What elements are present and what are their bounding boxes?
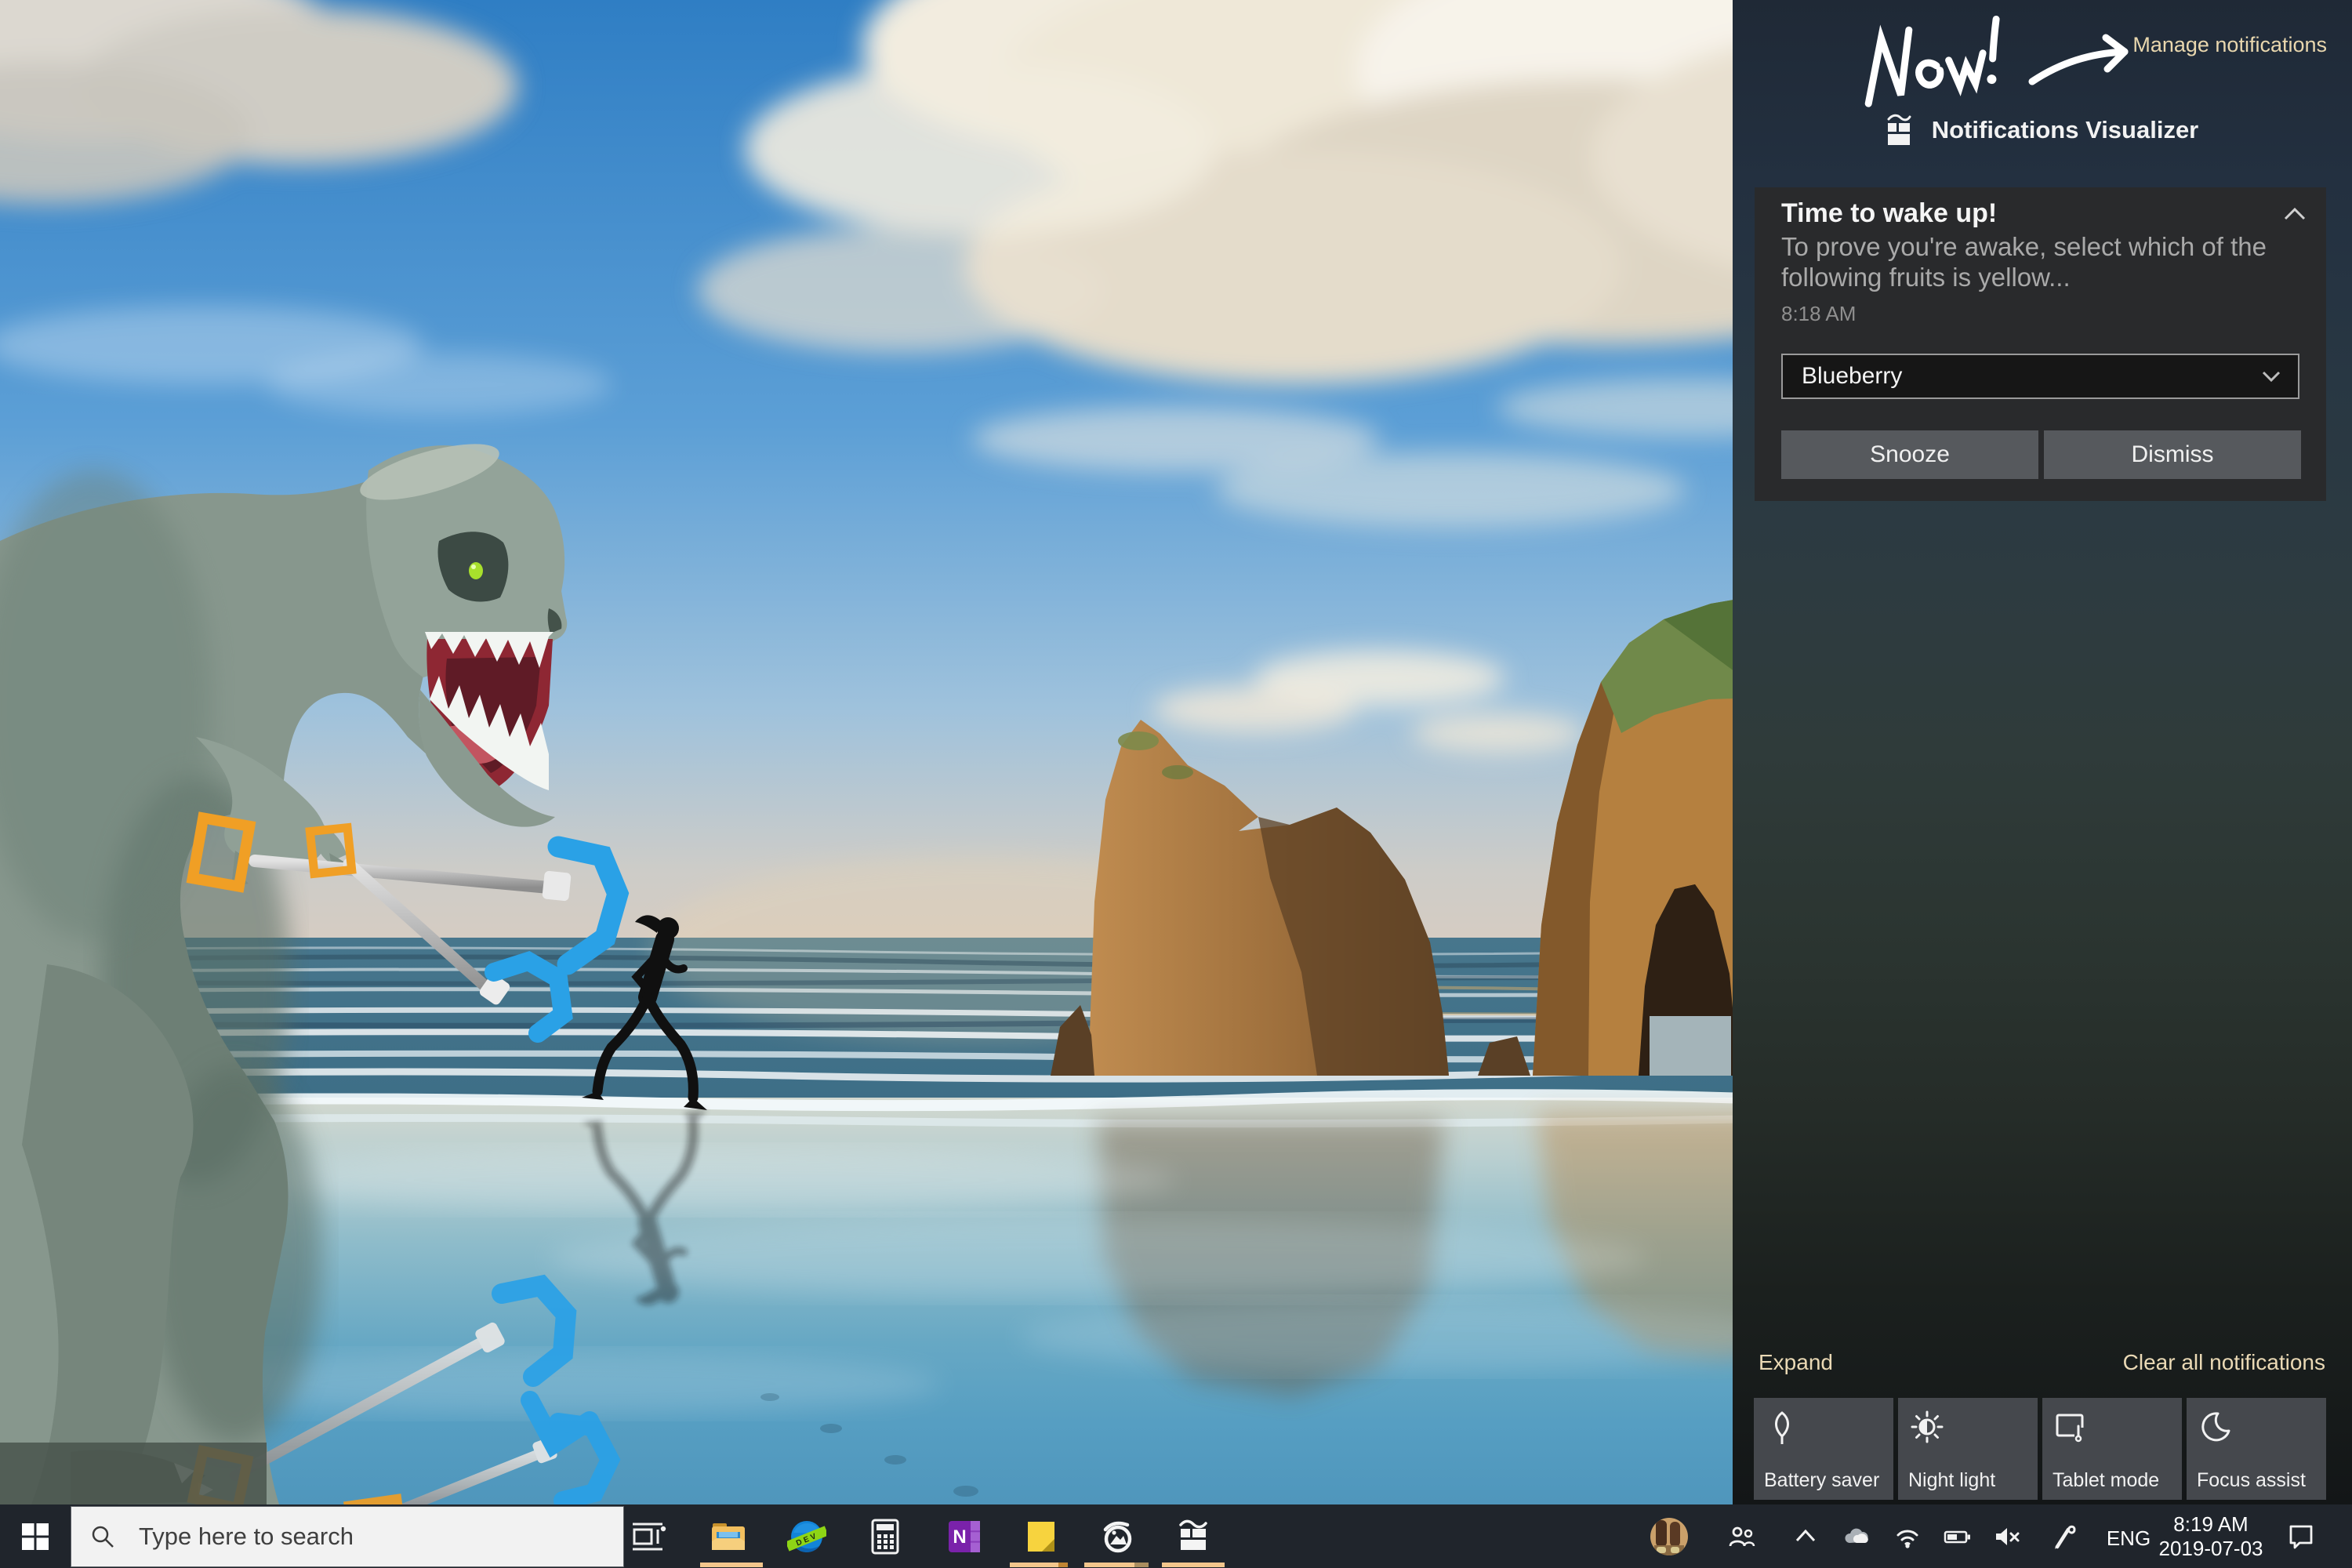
tile-label: Battery saver: [1764, 1469, 1880, 1491]
search-icon: [92, 1526, 114, 1548]
running-indicator: [1134, 1563, 1149, 1567]
running-indicator: [1162, 1563, 1225, 1567]
file-explorer-button[interactable]: [694, 1504, 763, 1568]
language-indicator[interactable]: ENG: [2106, 1526, 2151, 1551]
notification-timestamp: 8:18 AM: [1781, 302, 1857, 325]
task-view-icon: [633, 1523, 666, 1550]
notifications-visualizer-app-icon: [1179, 1519, 1207, 1550]
search-input[interactable]: [137, 1522, 579, 1552]
photos-icon: [1103, 1521, 1132, 1552]
windows-ink-icon[interactable]: [2049, 1523, 2078, 1551]
running-indicator: [700, 1563, 763, 1567]
quick-actions-row: Battery saver Night light Tablet mode Fo…: [1754, 1398, 2326, 1500]
avatar[interactable]: [1650, 1517, 1689, 1556]
running-indicator: [1058, 1563, 1068, 1567]
task-view-button[interactable]: [615, 1504, 684, 1568]
taskbar-search[interactable]: [71, 1506, 624, 1567]
edge-dev-icon: DEV: [787, 1520, 826, 1552]
group-header-label: Notifications Visualizer: [1931, 116, 2199, 143]
tile-label: Focus assist: [2197, 1469, 2306, 1491]
moon-icon: [2201, 1412, 2230, 1442]
expand-link[interactable]: Expand: [1759, 1350, 1833, 1375]
svg-text:N: N: [953, 1526, 966, 1548]
onenote-icon: N: [949, 1520, 980, 1552]
running-indicator: [1084, 1563, 1134, 1567]
notification-card[interactable]: Time to wake up! To prove you're awake, …: [1755, 187, 2326, 501]
clock-time: 8:19 AM: [2173, 1512, 2249, 1536]
chevron-down-icon: [2262, 371, 2281, 382]
quick-action-focus-assist[interactable]: Focus assist: [2187, 1398, 2326, 1500]
clock[interactable]: 8:19 AM 2019-07-03: [2156, 1512, 2266, 1561]
manage-notifications-link[interactable]: Manage notifications: [2132, 33, 2327, 57]
snooze-button[interactable]: Snooze: [1781, 430, 2038, 479]
collapse-chevron-icon[interactable]: [2284, 208, 2306, 220]
dropdown-selected-value: Blueberry: [1802, 363, 1903, 389]
tile-label: Night light: [1908, 1469, 1996, 1491]
edge-dev-button[interactable]: DEV: [772, 1504, 841, 1568]
notification-title: Time to wake up!: [1781, 198, 1998, 228]
notification-body: To prove you're awake, select which of t…: [1781, 232, 2267, 292]
tablet-touch-icon: [2056, 1414, 2084, 1443]
chevron-up-icon[interactable]: [1791, 1523, 1820, 1551]
start-button[interactable]: [0, 1504, 71, 1568]
fruit-dropdown[interactable]: Blueberry: [1781, 354, 2299, 399]
file-explorer-icon: [712, 1523, 745, 1550]
dismiss-button[interactable]: Dismiss: [2044, 430, 2301, 479]
battery-icon[interactable]: [1944, 1523, 1972, 1551]
calculator-icon: [871, 1519, 899, 1554]
action-center-panel: Manage notifications Notifications Visua…: [1733, 0, 2352, 1504]
windows-logo-icon: [22, 1523, 49, 1550]
running-indicator: [1010, 1563, 1058, 1567]
notification-actions: Snooze Dismiss: [1781, 430, 2301, 479]
quick-action-tablet-mode[interactable]: Tablet mode: [2042, 1398, 2182, 1500]
notifications-visualizer-icon: [1887, 114, 1911, 145]
handwritten-new-annotation: [1864, 15, 2129, 107]
quick-action-night-light[interactable]: Night light: [1898, 1398, 2038, 1500]
leaf-icon: [1775, 1411, 1789, 1444]
photos-button[interactable]: [1083, 1504, 1152, 1568]
sticky-notes-button[interactable]: [1007, 1504, 1076, 1568]
volume-muted-icon[interactable]: [1993, 1523, 2021, 1551]
onenote-button[interactable]: N: [930, 1504, 999, 1568]
notifications-visualizer-button[interactable]: [1159, 1504, 1228, 1568]
clock-date: 2019-07-03: [2158, 1537, 2263, 1560]
wifi-icon[interactable]: [1893, 1523, 1922, 1551]
onedrive-icon[interactable]: [1842, 1523, 1871, 1551]
action-center-icon[interactable]: [2286, 1522, 2316, 1552]
calculator-button[interactable]: [851, 1504, 920, 1568]
sticky-notes-icon: [1028, 1521, 1054, 1552]
quick-action-battery-saver[interactable]: Battery saver: [1754, 1398, 1893, 1500]
people-icon[interactable]: [1727, 1523, 1755, 1551]
tile-label: Tablet mode: [2053, 1469, 2160, 1491]
notification-group-header[interactable]: Notifications Visualizer: [1733, 113, 2352, 147]
clear-all-notifications-link[interactable]: Clear all notifications: [2123, 1350, 2325, 1375]
sun-icon: [1911, 1410, 1944, 1443]
